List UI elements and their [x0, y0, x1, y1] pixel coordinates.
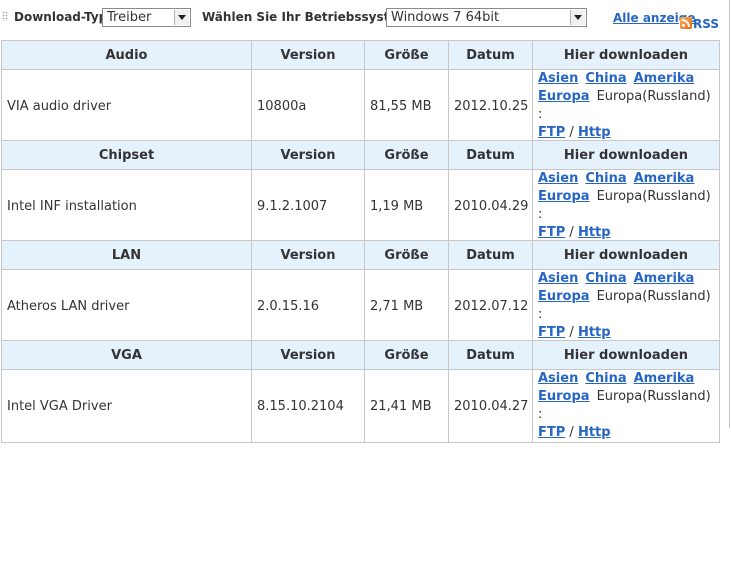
download-header: Hier downloaden — [532, 40, 720, 70]
driver-name: Atheros LAN driver — [1, 269, 252, 343]
download-header: Hier downloaden — [532, 240, 720, 270]
link-america[interactable]: Amerika — [634, 371, 695, 386]
link-china[interactable]: China — [585, 371, 626, 386]
download-type-select[interactable]: Treiber — [102, 8, 191, 27]
date-header: Datum — [448, 340, 533, 370]
os-select-value: Windows 7 64bit — [391, 10, 500, 25]
download-links: Asien China Amerika Europa Europa(Russland)… — [532, 269, 720, 343]
driver-date: 2012.07.12 — [448, 269, 533, 343]
driver-name: VIA audio driver — [1, 69, 252, 143]
driver-table: VGA Version Größe Datum Hier downloaden … — [1, 340, 720, 443]
version-header: Version — [251, 140, 365, 170]
driver-table: LAN Version Größe Datum Hier downloaden … — [1, 240, 720, 343]
section-chipset: Chipset Version Größe Datum Hier downloa… — [1, 140, 720, 243]
link-ftp[interactable]: FTP — [538, 225, 565, 240]
driver-size: 1,19 MB — [364, 169, 449, 243]
date-header: Datum — [448, 40, 533, 70]
table-row: Atheros LAN driver 2.0.15.16 2,71 MB 201… — [1, 269, 720, 343]
download-header: Hier downloaden — [532, 340, 720, 370]
date-header: Datum — [448, 140, 533, 170]
table-row: Intel VGA Driver 8.15.10.2104 21,41 MB 2… — [1, 369, 720, 443]
driver-date: 2010.04.27 — [448, 369, 533, 443]
driver-date: 2010.04.29 — [448, 169, 533, 243]
download-links: Asien China Amerika Europa Europa(Russland)… — [532, 369, 720, 443]
table-header-row: LAN Version Größe Datum Hier downloaden — [1, 240, 720, 270]
driver-version: 2.0.15.16 — [251, 269, 365, 343]
table-header-row: Audio Version Größe Datum Hier downloade… — [1, 40, 720, 70]
download-links: Asien China Amerika Europa Europa(Russland)… — [532, 69, 720, 143]
driver-version: 8.15.10.2104 — [251, 369, 365, 443]
section-lan: LAN Version Größe Datum Hier downloaden … — [1, 240, 720, 343]
driver-name: Intel INF installation — [1, 169, 252, 243]
link-america[interactable]: Amerika — [634, 171, 695, 186]
table-row: VIA audio driver 10800a 81,55 MB 2012.10… — [1, 69, 720, 143]
size-header: Größe — [364, 240, 449, 270]
link-http[interactable]: Http — [578, 225, 611, 240]
grip-icon — [2, 11, 8, 21]
link-ftp[interactable]: FTP — [538, 425, 565, 440]
driver-table: Chipset Version Größe Datum Hier downloa… — [1, 140, 720, 243]
right-divider — [729, 0, 730, 428]
rss-icon[interactable] — [680, 17, 692, 29]
link-america[interactable]: Amerika — [634, 271, 695, 286]
size-header: Größe — [364, 40, 449, 70]
driver-version: 9.1.2.1007 — [251, 169, 365, 243]
size-header: Größe — [364, 140, 449, 170]
link-asia[interactable]: Asien — [538, 271, 578, 286]
driver-download-page: Download-Typ: Treiber Wählen Sie Ihr Bet… — [0, 0, 731, 570]
category-header: LAN — [1, 240, 252, 270]
version-header: Version — [251, 340, 365, 370]
category-header: VGA — [1, 340, 252, 370]
download-links: Asien China Amerika Europa Europa(Russland)… — [532, 169, 720, 243]
dropdown-arrow-icon[interactable] — [570, 10, 585, 25]
link-separator: / — [569, 325, 574, 340]
link-asia[interactable]: Asien — [538, 171, 578, 186]
link-separator: / — [569, 125, 574, 140]
driver-size: 21,41 MB — [364, 369, 449, 443]
driver-size: 2,71 MB — [364, 269, 449, 343]
date-header: Datum — [448, 240, 533, 270]
os-label: Wählen Sie Ihr Betriebssystem: — [202, 10, 415, 24]
link-europe[interactable]: Europa — [538, 89, 590, 104]
link-europe[interactable]: Europa — [538, 289, 590, 304]
version-header: Version — [251, 40, 365, 70]
link-asia[interactable]: Asien — [538, 71, 578, 86]
link-http[interactable]: Http — [578, 425, 611, 440]
filter-bar: Download-Typ: Treiber Wählen Sie Ihr Bet… — [0, 6, 731, 32]
rss-label[interactable]: RSS — [693, 17, 719, 31]
driver-name: Intel VGA Driver — [1, 369, 252, 443]
link-america[interactable]: Amerika — [634, 71, 695, 86]
link-china[interactable]: China — [585, 71, 626, 86]
link-asia[interactable]: Asien — [538, 371, 578, 386]
link-china[interactable]: China — [585, 171, 626, 186]
driver-size: 81,55 MB — [364, 69, 449, 143]
driver-date: 2012.10.25 — [448, 69, 533, 143]
link-http[interactable]: Http — [578, 325, 611, 340]
os-select[interactable]: Windows 7 64bit — [386, 8, 587, 27]
rss-link[interactable]: RSS — [680, 13, 719, 32]
table-header-row: VGA Version Größe Datum Hier downloaden — [1, 340, 720, 370]
section-audio: Audio Version Größe Datum Hier downloade… — [1, 40, 720, 143]
driver-version: 10800a — [251, 69, 365, 143]
link-separator: / — [569, 225, 574, 240]
link-europe[interactable]: Europa — [538, 389, 590, 404]
download-type-value: Treiber — [107, 10, 152, 25]
category-header: Audio — [1, 40, 252, 70]
link-europe[interactable]: Europa — [538, 189, 590, 204]
link-china[interactable]: China — [585, 271, 626, 286]
link-ftp[interactable]: FTP — [538, 125, 565, 140]
section-vga: VGA Version Größe Datum Hier downloaden … — [1, 340, 720, 443]
version-header: Version — [251, 240, 365, 270]
link-ftp[interactable]: FTP — [538, 325, 565, 340]
table-header-row: Chipset Version Größe Datum Hier downloa… — [1, 140, 720, 170]
link-separator: / — [569, 425, 574, 440]
download-header: Hier downloaden — [532, 140, 720, 170]
link-http[interactable]: Http — [578, 125, 611, 140]
table-row: Intel INF installation 9.1.2.1007 1,19 M… — [1, 169, 720, 243]
category-header: Chipset — [1, 140, 252, 170]
size-header: Größe — [364, 340, 449, 370]
dropdown-arrow-icon[interactable] — [174, 10, 189, 25]
download-type-label: Download-Typ: — [14, 10, 113, 24]
driver-table: Audio Version Größe Datum Hier downloade… — [1, 40, 720, 143]
